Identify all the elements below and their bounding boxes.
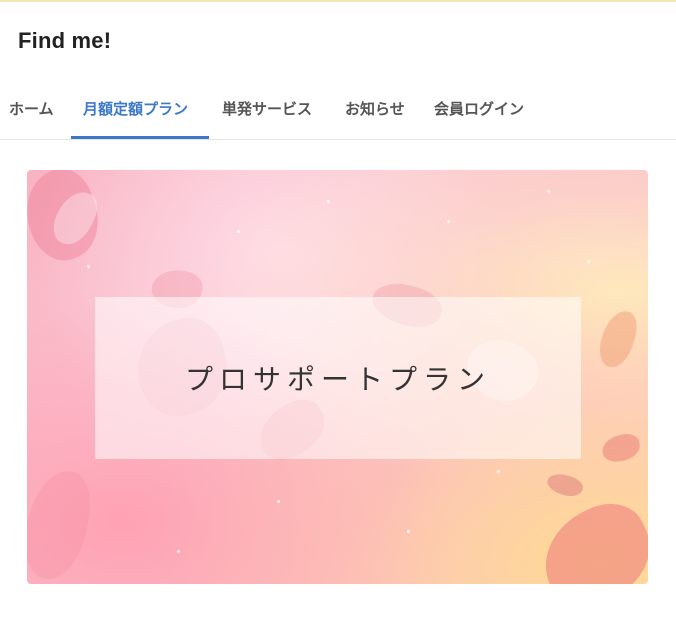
main-nav: ホーム 月額定額プラン 単発サービス お知らせ 会員ログイン	[0, 84, 676, 140]
site-title[interactable]: Find me!	[18, 28, 111, 54]
petal-decoration	[544, 469, 586, 501]
top-border	[0, 0, 676, 2]
nav-item-home[interactable]: ホーム	[9, 98, 54, 126]
sparkle	[547, 190, 550, 193]
sparkle	[237, 230, 240, 233]
sparkle	[177, 550, 180, 553]
hero-banner: プロサポートプラン	[27, 170, 648, 584]
sparkle	[277, 500, 280, 503]
sparkle	[327, 200, 330, 203]
sparkle	[447, 220, 450, 223]
petal-decoration	[528, 490, 648, 584]
nav-item-news[interactable]: お知らせ	[345, 98, 405, 126]
sparkle	[407, 530, 410, 533]
petal-decoration	[600, 431, 642, 465]
sparkle	[587, 260, 590, 263]
nav-item-member-login[interactable]: 会員ログイン	[434, 98, 524, 126]
petal-decoration	[27, 465, 97, 584]
sparkle	[87, 265, 90, 268]
hero-heading: プロサポートプラン	[184, 363, 491, 396]
hero-text-panel: プロサポートプラン	[95, 297, 581, 459]
active-tab-indicator	[71, 136, 209, 139]
petal-decoration	[595, 306, 641, 372]
nav-item-monthly-plan[interactable]: 月額定額プラン	[83, 98, 188, 126]
sparkle	[497, 470, 500, 473]
nav-item-single-service[interactable]: 単発サービス	[222, 98, 312, 126]
